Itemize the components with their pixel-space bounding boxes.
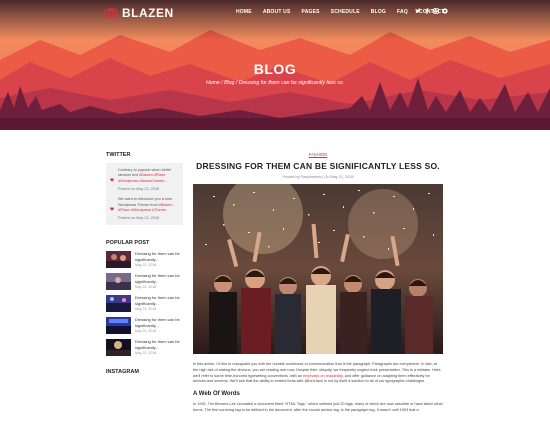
post-paragraph: In 1992, Tim Berners-Lee circulated a do… <box>193 402 443 412</box>
popular-post-link[interactable]: Dressing for them can be significantly..… <box>135 339 183 349</box>
popular-post-item[interactable]: Dressing for them can be significantly..… <box>106 251 183 269</box>
heart-icon <box>110 197 115 220</box>
nav-item-blog[interactable]: BLOG <box>371 9 386 15</box>
nav-item-pages[interactable]: PAGES <box>302 9 320 15</box>
twitter-widget-title: TWITTER <box>106 152 131 158</box>
page-title: BLOG <box>253 61 297 77</box>
popular-post-date: May 21, 2018 <box>135 262 157 267</box>
post-thumbnail[interactable] <box>106 317 131 335</box>
sidebar: TWITTER Contrary to popular when belief … <box>106 152 183 380</box>
tweet-item: Contrary to popular when belief random t… <box>110 168 179 191</box>
post-thumbnail[interactable] <box>106 273 131 291</box>
facebook-icon[interactable] <box>424 8 430 14</box>
tweet-date: Posted on May 22, 2018 <box>118 187 160 192</box>
post-paragraph: In this article, I'd like to reacquaint … <box>193 362 443 385</box>
post-featured-image <box>193 184 443 354</box>
popular-post-item[interactable]: Dressing for them can be significantly..… <box>106 339 183 357</box>
popular-post-date: May 21, 2018 <box>135 350 157 355</box>
post-thumbnail[interactable] <box>106 251 131 269</box>
nav-item-home[interactable]: HOME <box>236 9 252 15</box>
site-logo[interactable]: BLAZEN <box>104 6 174 20</box>
brand-logo-icon <box>104 8 118 18</box>
twitter-feed: Contrary to popular when belief random t… <box>106 163 183 226</box>
post-title[interactable]: DRESSING FOR THEM CAN BE SIGNIFICANTLY L… <box>193 161 443 171</box>
popular-post-link[interactable]: Dressing for them can be significantly..… <box>135 251 183 261</box>
popular-post-date: May 21, 2018 <box>135 328 157 333</box>
brand-name: BLAZEN <box>122 6 174 20</box>
post-subheading: A Web Of Words <box>193 391 240 398</box>
popular-post-link[interactable]: Dressing for them can be significantly..… <box>135 295 183 305</box>
nav-item-schedule[interactable]: SCHEDULE <box>331 9 360 15</box>
instagram-icon[interactable] <box>433 8 439 14</box>
post-meta: Posted by Pasythemes | On May 21, 2018 <box>282 175 354 179</box>
blog-post: FASHION DRESSING FOR THEM CAN BE SIGNIFI… <box>193 152 443 414</box>
heart-icon <box>110 168 115 191</box>
nav-item-about-us[interactable]: ABOUT US <box>263 9 291 15</box>
breadcrumb[interactable]: Home / Blog / Dressing for them can be s… <box>0 80 550 86</box>
popular-post-link[interactable]: Dressing for them can be significantly..… <box>135 273 183 283</box>
instagram-widget-title: INSTAGRAM <box>106 369 139 376</box>
popular-post-item[interactable]: Dressing for them can be significantly..… <box>106 273 183 291</box>
top-navigation: BLAZEN HOME ABOUT US PAGES SCHEDULE BLOG… <box>0 0 550 26</box>
post-thumbnail[interactable] <box>106 295 131 313</box>
nav-item-faq[interactable]: FAQ <box>397 9 408 15</box>
social-links <box>415 8 451 14</box>
readability-link[interactable]: emphasis on readability <box>303 374 343 378</box>
twitter-icon[interactable] <box>415 8 421 14</box>
popular-post-title: POPULAR POST <box>106 240 150 247</box>
tweet-date: Posted on May 22, 2018 <box>118 216 160 221</box>
popular-post-date: May 21, 2018 <box>135 306 157 311</box>
hero-banner: BLAZEN HOME ABOUT US PAGES SCHEDULE BLOG… <box>0 0 550 130</box>
post-category[interactable]: FASHION <box>193 152 443 157</box>
popular-post-date: May 21, 2018 <box>135 284 157 289</box>
post-thumbnail[interactable] <box>106 339 131 357</box>
tweet-item: We want to introduce you a new Wordpress… <box>110 197 179 220</box>
popular-post-item[interactable]: Dressing for them can be significantly..… <box>106 295 183 313</box>
popular-post-item[interactable]: Dressing for them can be significantly..… <box>106 317 183 335</box>
dribbble-icon[interactable] <box>442 8 448 14</box>
popular-post-link[interactable]: Dressing for them can be significantly..… <box>135 317 183 327</box>
